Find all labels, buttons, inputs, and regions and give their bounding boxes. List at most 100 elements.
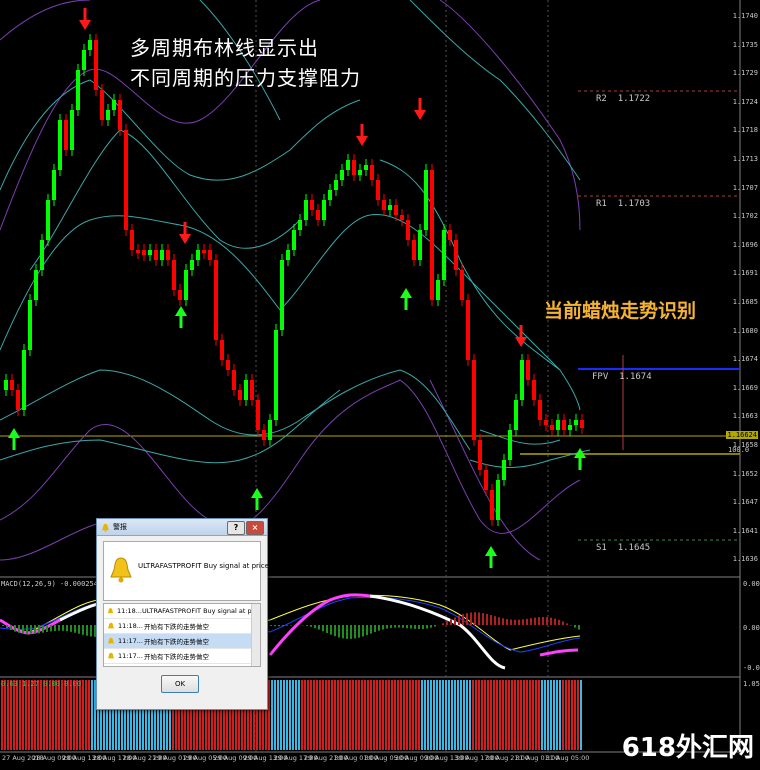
macd-histogram-bar bbox=[522, 619, 524, 625]
bear-trend-bar bbox=[409, 680, 411, 750]
bull-trend-bar bbox=[442, 680, 444, 750]
list-scrollbar[interactable] bbox=[251, 604, 260, 666]
current-price-tag: 1.16624 bbox=[726, 431, 758, 439]
bear-trend-bar bbox=[406, 680, 408, 750]
bear-trend-bar bbox=[313, 680, 315, 750]
bear-trend-bar bbox=[418, 680, 420, 750]
bear-trend-bar bbox=[508, 680, 510, 750]
bull-trend-bar bbox=[439, 680, 441, 750]
bear-trend-bar bbox=[340, 680, 342, 750]
bear-trend-bar bbox=[568, 680, 570, 750]
macd-histogram-bar bbox=[530, 618, 532, 625]
bull-trend-bar bbox=[283, 680, 285, 750]
macd-histogram-bar bbox=[34, 625, 36, 634]
bull-candle bbox=[46, 200, 50, 240]
bear-trend-bar bbox=[562, 680, 564, 750]
bull-trend-bar bbox=[295, 680, 297, 750]
macd-histogram-bar bbox=[502, 618, 504, 625]
bull-candle bbox=[340, 170, 344, 180]
bull-trend-bar bbox=[289, 680, 291, 750]
histogram-label: 0.63 1.27 0.00 0.00 bbox=[1, 680, 82, 688]
alert-message-box: ULTRAFASTPROFIT Buy signal at price 0.89… bbox=[103, 541, 298, 601]
macd-histogram-bar bbox=[306, 625, 308, 626]
bull-trend-bar bbox=[547, 680, 549, 750]
bull-candle bbox=[358, 170, 362, 175]
bear-candle bbox=[382, 200, 386, 210]
bear-trend-bar bbox=[349, 680, 351, 750]
bear-trend-bar bbox=[49, 680, 51, 750]
macd-histogram-bar bbox=[386, 625, 388, 629]
alert-dialog[interactable]: 警报 ? × ULTRAFASTPROFIT Buy signal at pri… bbox=[96, 518, 298, 710]
bull-candle bbox=[58, 120, 62, 170]
price-tick-label: 1.1724 bbox=[732, 97, 758, 106]
help-button[interactable]: ? bbox=[227, 521, 245, 535]
list-item-selected[interactable]: 11:17... 开始有下跌的走势做空 bbox=[104, 634, 260, 649]
bull-candle bbox=[244, 380, 248, 400]
macd-axis-zero: 0.00 bbox=[743, 624, 760, 632]
bear-candle bbox=[256, 400, 260, 430]
macd-histogram-bar bbox=[90, 625, 92, 637]
macd-histogram-bar bbox=[498, 617, 500, 625]
bear-candle bbox=[472, 360, 476, 440]
bull-trend-bar bbox=[280, 680, 282, 750]
list-item[interactable]: 11:18... 开始有下跌的走势做空 bbox=[104, 619, 260, 634]
macd-histogram-bar bbox=[2, 625, 4, 627]
list-item[interactable]: 11:17... 开始有下跌的走势做空 bbox=[104, 649, 260, 664]
price-tick-label: 1.1685 bbox=[732, 298, 758, 306]
bear-candle bbox=[484, 470, 488, 490]
bear-trend-bar bbox=[481, 680, 483, 750]
bear-trend-bar bbox=[16, 680, 18, 750]
bear-candle bbox=[214, 260, 218, 340]
bull-trend-bar bbox=[463, 680, 465, 750]
bear-trend-bar bbox=[535, 680, 537, 750]
bull-trend-bar bbox=[445, 680, 447, 750]
bull-trend-bar bbox=[271, 680, 273, 750]
macd-histogram-bar bbox=[26, 625, 28, 635]
bear-candle bbox=[562, 420, 566, 430]
close-button[interactable]: × bbox=[246, 521, 264, 535]
bear-trend-bar bbox=[487, 680, 489, 750]
bear-trend-bar bbox=[58, 680, 60, 750]
bear-trend-bar bbox=[520, 680, 522, 750]
bear-trend-bar bbox=[532, 680, 534, 750]
bell-icon bbox=[107, 622, 115, 629]
macd-histogram-bar bbox=[514, 619, 516, 625]
bear-trend-bar bbox=[46, 680, 48, 750]
bull-trend-bar bbox=[544, 680, 546, 750]
bear-trend-bar bbox=[571, 680, 573, 750]
macd-histogram-bar bbox=[446, 621, 448, 625]
bear-trend-bar bbox=[478, 680, 480, 750]
bear-candle bbox=[406, 220, 410, 240]
bull-candle bbox=[514, 400, 518, 430]
ok-button[interactable]: OK bbox=[161, 675, 199, 693]
macd-histogram-bar bbox=[286, 625, 288, 626]
bull-trend-bar bbox=[424, 680, 426, 750]
bear-candle bbox=[544, 420, 548, 425]
bear-trend-bar bbox=[28, 680, 30, 750]
bull-candle bbox=[388, 205, 392, 210]
bear-candle bbox=[226, 360, 230, 370]
macd-histogram-bar bbox=[506, 619, 508, 625]
bull-trend-bar bbox=[559, 680, 561, 750]
bull-candle bbox=[112, 100, 116, 110]
bear-candle bbox=[220, 340, 224, 360]
bull-candle bbox=[40, 240, 44, 270]
alert-history-list[interactable]: 11:18... ULTRAFASTPROFIT Buy signal at p… bbox=[103, 603, 261, 667]
bear-trend-bar bbox=[565, 680, 567, 750]
macd-histogram-bar bbox=[338, 625, 340, 638]
bear-trend-bar bbox=[367, 680, 369, 750]
macd-histogram-bar bbox=[510, 619, 512, 625]
list-item[interactable]: 11:18... ULTRAFASTPROFIT Buy signal at p… bbox=[104, 604, 260, 619]
macd-histogram-bar bbox=[30, 625, 32, 635]
buy-arrow-icon bbox=[251, 488, 263, 510]
macd-histogram-bar bbox=[454, 617, 456, 625]
bull-candle bbox=[148, 250, 152, 255]
bear-trend-bar bbox=[316, 680, 318, 750]
bear-trend-bar bbox=[346, 680, 348, 750]
price-tick-label: 1.1674 bbox=[732, 355, 758, 364]
price-tick-label: 1.1669 bbox=[732, 383, 758, 392]
macd-axis-bottom: -0.00137 bbox=[743, 664, 760, 672]
bear-candle bbox=[310, 200, 314, 210]
bear-trend-bar bbox=[310, 680, 312, 750]
bull-candle bbox=[298, 220, 302, 230]
